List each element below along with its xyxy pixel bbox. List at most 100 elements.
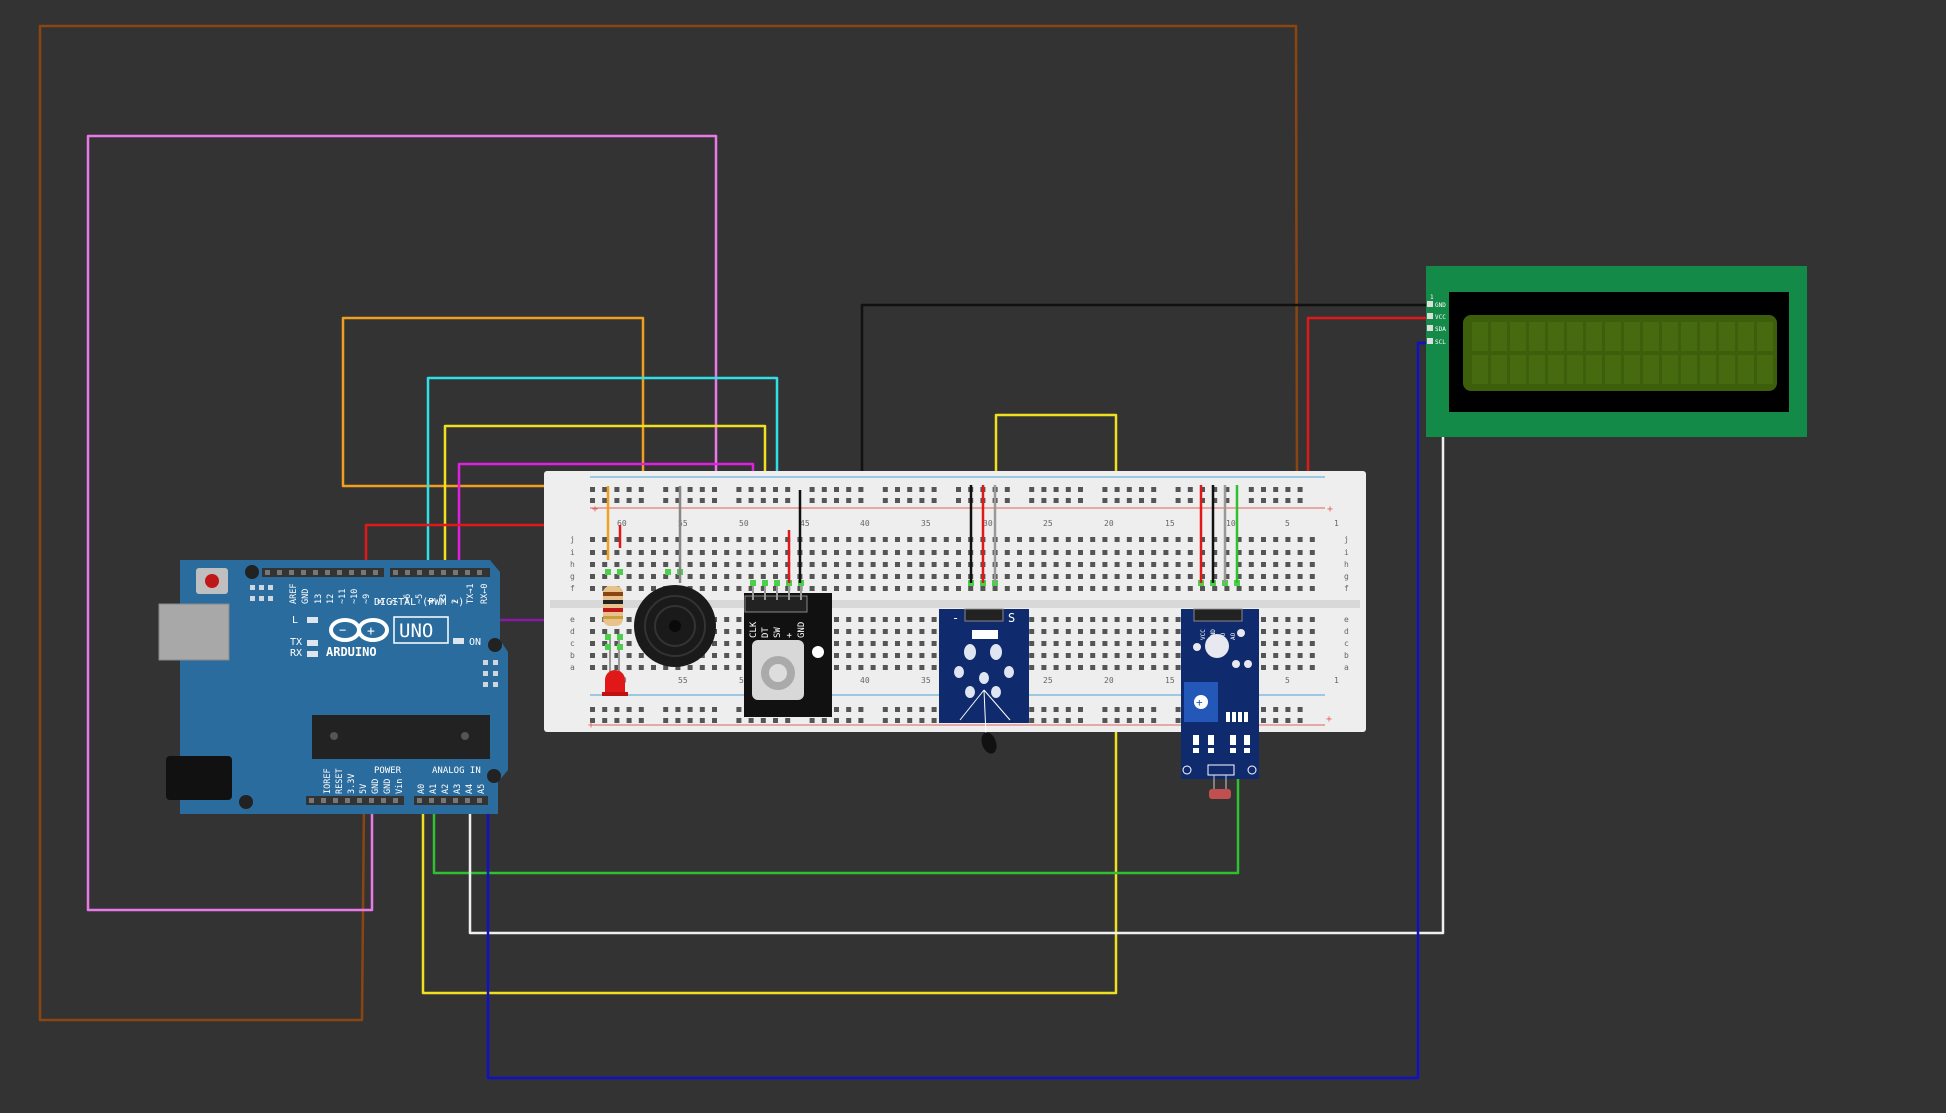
rail-hole[interactable] — [785, 718, 791, 723]
rail-hole[interactable] — [907, 487, 913, 492]
terminal-hole[interactable] — [1102, 586, 1108, 591]
rail-hole[interactable] — [1126, 718, 1132, 723]
pin-hole[interactable] — [465, 798, 470, 803]
terminal-hole[interactable] — [1065, 574, 1071, 579]
rail-hole[interactable] — [760, 718, 766, 723]
terminal-hole[interactable] — [626, 574, 632, 579]
terminal-hole[interactable] — [1065, 617, 1071, 622]
rail-hole[interactable] — [590, 498, 595, 503]
terminal-hole[interactable] — [919, 586, 925, 591]
terminal-hole[interactable] — [1053, 653, 1059, 658]
rail-hole[interactable] — [907, 718, 913, 723]
terminal-hole[interactable] — [626, 617, 632, 622]
rail-hole[interactable] — [1248, 487, 1254, 492]
terminal-hole[interactable] — [736, 653, 742, 658]
terminal-hole[interactable] — [858, 665, 864, 670]
terminal-hole[interactable] — [699, 574, 705, 579]
terminal-hole[interactable] — [834, 665, 839, 670]
terminal-hole[interactable] — [907, 550, 913, 555]
terminal-hole[interactable] — [736, 562, 742, 567]
rail-hole[interactable] — [1273, 707, 1279, 712]
terminal-hole[interactable] — [1078, 641, 1083, 646]
pin-hole[interactable] — [321, 798, 326, 803]
terminal-hole[interactable] — [651, 550, 656, 555]
terminal-hole[interactable] — [1065, 665, 1071, 670]
terminal-hole[interactable] — [1248, 574, 1254, 579]
terminal-hole[interactable] — [1151, 537, 1157, 542]
terminal-hole[interactable] — [858, 641, 864, 646]
terminal-hole[interactable] — [1126, 641, 1132, 646]
terminal-hole[interactable] — [638, 574, 644, 579]
terminal-hole[interactable] — [1309, 665, 1315, 670]
terminal-hole[interactable] — [1114, 562, 1120, 567]
terminal-hole[interactable] — [895, 629, 900, 634]
terminal-hole[interactable] — [1114, 653, 1120, 658]
rail-hole[interactable] — [687, 707, 693, 712]
terminal-hole[interactable] — [1175, 629, 1181, 634]
terminal-hole[interactable] — [1029, 537, 1035, 542]
terminal-hole[interactable] — [1041, 586, 1047, 591]
pin-hole[interactable] — [417, 798, 422, 803]
terminal-hole[interactable] — [1102, 617, 1108, 622]
terminal-hole[interactable] — [1163, 537, 1169, 542]
terminal-hole[interactable] — [1285, 629, 1291, 634]
rail-hole[interactable] — [931, 718, 937, 723]
terminal-hole[interactable] — [748, 537, 754, 542]
terminal-hole[interactable] — [1065, 586, 1071, 591]
terminal-hole[interactable] — [1163, 617, 1169, 622]
terminal-hole[interactable] — [1078, 574, 1083, 579]
terminal-hole[interactable] — [1078, 629, 1083, 634]
terminal-hole[interactable] — [1053, 562, 1059, 567]
rail-hole[interactable] — [1261, 498, 1266, 503]
terminal-hole[interactable] — [1029, 617, 1035, 622]
terminal-hole[interactable] — [1041, 629, 1047, 634]
terminal-hole[interactable] — [1029, 586, 1035, 591]
terminal-hole[interactable] — [1151, 586, 1157, 591]
rail-hole[interactable] — [699, 718, 705, 723]
terminal-hole[interactable] — [919, 629, 925, 634]
terminal-hole[interactable] — [1151, 653, 1157, 658]
terminal-hole[interactable] — [895, 586, 900, 591]
terminal-hole[interactable] — [1029, 562, 1035, 567]
terminal-hole[interactable] — [834, 550, 839, 555]
rail-hole[interactable] — [1041, 498, 1047, 503]
terminal-hole[interactable] — [590, 574, 595, 579]
terminal-hole[interactable] — [846, 665, 852, 670]
terminal-hole[interactable] — [1139, 586, 1144, 591]
terminal-hole[interactable] — [931, 665, 937, 670]
terminal-hole[interactable] — [1126, 617, 1132, 622]
resistor[interactable] — [603, 586, 623, 626]
terminal-hole[interactable] — [614, 550, 620, 555]
rail-hole[interactable] — [699, 707, 705, 712]
rail-hole[interactable] — [809, 487, 815, 492]
terminal-hole[interactable] — [1126, 562, 1132, 567]
terminal-hole[interactable] — [931, 562, 937, 567]
terminal-hole[interactable] — [1139, 562, 1144, 567]
terminal-hole[interactable] — [1078, 653, 1083, 658]
terminal-hole[interactable] — [1273, 586, 1279, 591]
terminal-hole[interactable] — [712, 574, 717, 579]
pin-hole[interactable] — [349, 570, 354, 575]
terminal-hole[interactable] — [724, 562, 730, 567]
terminal-hole[interactable] — [1114, 641, 1120, 646]
rail-hole[interactable] — [590, 707, 595, 712]
terminal-hole[interactable] — [1261, 537, 1266, 542]
rail-hole[interactable] — [1041, 707, 1047, 712]
terminal-hole[interactable] — [943, 586, 949, 591]
lcd-pin[interactable] — [1427, 325, 1433, 331]
terminal-hole[interactable] — [1285, 562, 1291, 567]
terminal-hole[interactable] — [626, 537, 632, 542]
terminal-hole[interactable] — [1017, 562, 1022, 567]
terminal-hole[interactable] — [1297, 617, 1303, 622]
rail-hole[interactable] — [1114, 487, 1120, 492]
terminal-hole[interactable] — [1102, 562, 1108, 567]
pin-hole[interactable] — [381, 798, 386, 803]
terminal-hole[interactable] — [882, 562, 888, 567]
rail-hole[interactable] — [1297, 707, 1303, 712]
rail-hole[interactable] — [736, 487, 742, 492]
wire-black-lcd-gnd[interactable] — [860, 303, 1430, 490]
terminal-hole[interactable] — [1090, 653, 1096, 658]
terminal-hole[interactable] — [907, 617, 913, 622]
rail-hole[interactable] — [1102, 718, 1108, 723]
terminal-hole[interactable] — [1285, 550, 1291, 555]
